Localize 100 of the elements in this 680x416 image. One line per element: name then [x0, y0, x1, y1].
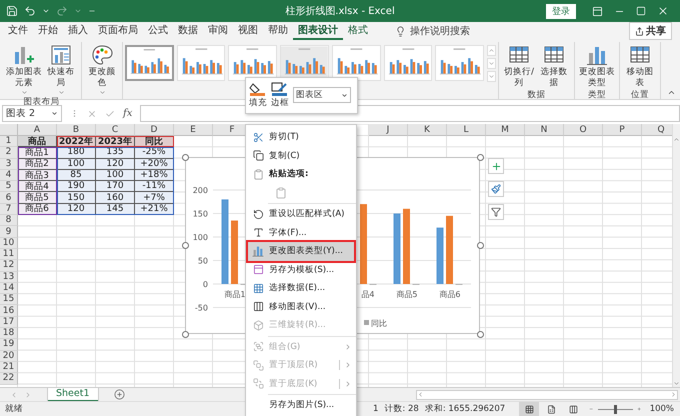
column-header[interactable]: K	[408, 124, 447, 136]
menu-item[interactable]: 更改图表类型(Y)...	[248, 242, 354, 260]
view-button[interactable]	[519, 402, 540, 416]
enter-icon[interactable]	[105, 108, 115, 118]
column-header[interactable]: N	[525, 124, 564, 136]
scroll-up-icon[interactable]	[673, 136, 680, 143]
ribbon-tab[interactable]: 页面布局	[93, 22, 143, 40]
menu-item[interactable]: 重设以匹配样式(A)	[246, 205, 356, 224]
ribbon-button[interactable]: 选择数据	[537, 42, 571, 89]
row-header[interactable]: 12	[0, 260, 18, 272]
ribbon-tab[interactable]: 格式	[343, 22, 373, 40]
chart-styles-button[interactable]	[488, 181, 504, 197]
ribbon-tab[interactable]: 数据	[173, 22, 203, 40]
caret-icon[interactable]	[98, 89, 106, 96]
column-header[interactable]: D	[135, 124, 174, 136]
collapse-icon[interactable]	[667, 88, 676, 97]
row-header[interactable]: 14	[0, 282, 18, 294]
ribbon-tab[interactable]: 文件	[3, 22, 33, 40]
row-header[interactable]: 6	[0, 192, 18, 204]
caret-icon[interactable]	[42, 7, 50, 15]
row-header[interactable]: 7	[0, 204, 18, 216]
row-header[interactable]: 11	[0, 248, 18, 260]
column-header[interactable]: M	[486, 124, 525, 136]
row-header[interactable]: 4	[0, 170, 18, 182]
row-header[interactable]: 20	[0, 350, 18, 362]
paste-option-icon[interactable]	[275, 186, 287, 199]
ribbon-button[interactable]: 添加图表元素	[5, 42, 43, 96]
row-header[interactable]: 21	[0, 362, 18, 374]
resize-handle[interactable]	[182, 330, 188, 338]
fill-button[interactable]: 填充	[249, 82, 267, 109]
caret-icon[interactable]	[20, 89, 28, 96]
palette-icon[interactable]	[91, 44, 113, 66]
cancel-icon[interactable]	[87, 108, 97, 118]
lightbulb-icon[interactable]	[395, 26, 406, 36]
more-icon[interactable]	[488, 73, 496, 80]
add-sheet-icon[interactable]	[114, 389, 125, 400]
resize-handle[interactable]	[182, 154, 188, 160]
name-box[interactable]: 图表 2	[2, 105, 62, 122]
row-header[interactable]: 13	[0, 272, 18, 283]
row-header[interactable]: 17	[0, 316, 18, 328]
row-header[interactable]: 8	[0, 215, 18, 226]
column-header[interactable]: B	[57, 124, 96, 136]
sign-in-button[interactable]: 登录	[546, 4, 576, 18]
menu-item[interactable]: 字体(F)...	[246, 224, 356, 242]
row-header[interactable]: 10	[0, 238, 18, 249]
ribbon-tab[interactable]: 视图	[233, 22, 263, 40]
chart-elements-button[interactable]	[488, 158, 504, 174]
scroll-down-icon[interactable]	[673, 380, 680, 387]
row-header[interactable]: 16	[0, 305, 18, 317]
bar-chart-icon[interactable]	[586, 44, 608, 66]
row-header[interactable]: 1	[0, 136, 18, 148]
menu-item[interactable]: 另存为图片(S)...	[246, 396, 356, 414]
menu-item[interactable]: 另存为模板(S)...	[246, 260, 356, 279]
sheet-tab[interactable]: Sheet1	[48, 388, 98, 402]
ribbon-button[interactable]: 移动图表	[623, 42, 657, 89]
chart-filter-button[interactable]	[488, 204, 504, 220]
caret-icon[interactable]	[58, 89, 64, 96]
row-header[interactable]: 22	[0, 373, 18, 385]
resize-handle[interactable]	[476, 154, 484, 160]
scroll-down-icon[interactable]	[488, 60, 496, 67]
column-header[interactable]: O	[564, 124, 603, 136]
column-header[interactable]: J	[369, 124, 408, 136]
column-header[interactable]: E	[174, 124, 213, 136]
redo-icon[interactable]	[56, 5, 68, 17]
ribbon-button[interactable]: 快速布局	[44, 42, 78, 96]
scroll-up-icon[interactable]	[488, 47, 496, 54]
zoom-thumb[interactable]	[614, 404, 617, 414]
column-header[interactable]: Q	[642, 124, 672, 136]
ribbon-tab[interactable]: 公式	[143, 22, 173, 40]
column-header[interactable]: C	[96, 124, 135, 136]
menu-item[interactable]: 选择数据(E)...	[246, 279, 356, 298]
scroll-right-icon[interactable]	[670, 391, 677, 398]
ribbon-button[interactable]: 更改颜色	[85, 42, 119, 96]
ribbon-display-icon[interactable]	[592, 6, 602, 16]
row-header[interactable]: 3	[0, 158, 18, 170]
zoom-level[interactable]: 100%	[650, 404, 674, 414]
layout-icon[interactable]	[50, 44, 72, 66]
ribbon-tab[interactable]: 帮助	[263, 22, 293, 40]
search-field[interactable]: 操作说明搜索	[410, 24, 470, 38]
resize-handle[interactable]	[182, 242, 188, 249]
row-header[interactable]: 18	[0, 328, 18, 340]
zoom-in-icon[interactable]	[637, 405, 642, 413]
share-button[interactable]: 共享	[629, 22, 672, 40]
menu-item[interactable]: 移动图表(V)...	[246, 298, 356, 316]
row-header[interactable]: 5	[0, 181, 18, 192]
caret-icon[interactable]	[74, 7, 82, 15]
close-icon[interactable]	[657, 5, 669, 17]
row-header[interactable]: 15	[0, 294, 18, 306]
column-header[interactable]: P	[603, 124, 642, 136]
next-sheet-icon[interactable]	[24, 390, 32, 398]
maximize-icon[interactable]	[636, 6, 646, 16]
chart-add-icon[interactable]	[13, 44, 35, 66]
ribbon-tab[interactable]: 审阅	[203, 22, 233, 40]
undo-icon[interactable]	[24, 5, 36, 17]
element-dropdown[interactable]: 图表区	[293, 87, 351, 103]
ribbon-button[interactable]: 切换行/列	[502, 42, 536, 89]
ribbon-tab[interactable]: 开始	[33, 22, 63, 40]
ribbon-button[interactable]: 更改图表类型	[578, 42, 616, 89]
outline-button[interactable]: 边框	[271, 82, 289, 109]
scroll-left-icon[interactable]	[417, 391, 424, 398]
